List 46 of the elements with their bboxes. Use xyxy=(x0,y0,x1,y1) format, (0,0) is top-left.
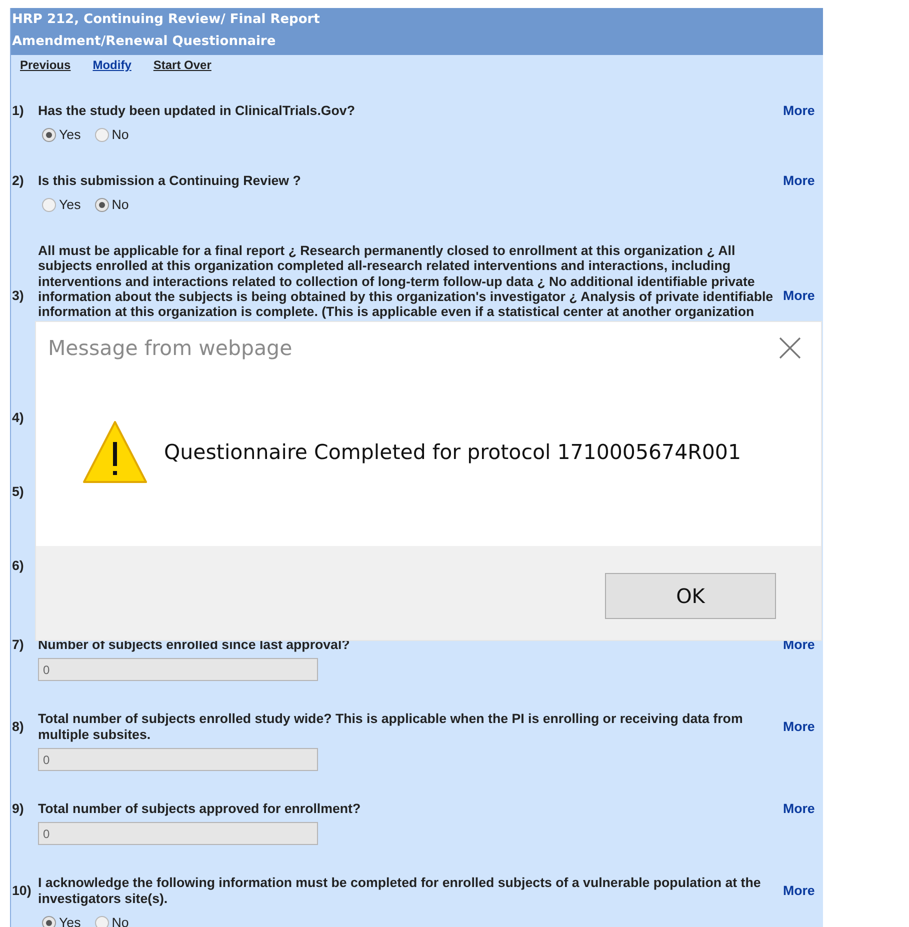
more-link[interactable]: More xyxy=(783,801,815,818)
question-number: 2) xyxy=(11,173,25,189)
question-number: 8) xyxy=(11,719,25,736)
question-number: 7) xyxy=(11,637,25,654)
dialog-message: Questionnaire Completed for protocol 1710005674R001 xyxy=(164,440,742,464)
close-icon[interactable] xyxy=(779,337,801,359)
nav-link[interactable]: Start Over xyxy=(153,57,212,73)
number-field[interactable]: 0 xyxy=(38,658,318,682)
radio-button[interactable] xyxy=(94,916,109,927)
radio-label: No xyxy=(112,197,129,213)
radio-label: Yes xyxy=(59,197,81,213)
radio-button[interactable] xyxy=(42,916,56,927)
question-text: I acknowledge the following information must be completed for enrolled subjects of a vulnerable population at the investigators site(s). xyxy=(38,875,762,908)
question-text: Has the study been updated in ClinicalTrials.Gov? xyxy=(38,103,356,119)
question-number: 4) xyxy=(11,410,25,426)
more-link[interactable]: More xyxy=(783,173,815,189)
radio-button[interactable] xyxy=(42,198,56,212)
radio-button[interactable] xyxy=(94,128,109,142)
question-text: Total number of subjects enrolled study wide? This is applicable when the PI is enrolling or receiving data from multiple subsites. xyxy=(38,711,744,744)
question-number: 9) xyxy=(11,801,25,818)
more-link[interactable]: More xyxy=(783,288,815,304)
more-link[interactable]: More xyxy=(783,637,815,654)
number-field[interactable]: 0 xyxy=(38,748,318,772)
nav-link[interactable]: Previous xyxy=(20,57,71,73)
more-link[interactable]: More xyxy=(783,103,815,119)
dialog-title: Message from webpage xyxy=(48,336,292,360)
warning-icon xyxy=(82,420,148,484)
question-number: 10) xyxy=(11,883,32,900)
more-link[interactable]: More xyxy=(783,719,815,736)
nav-link[interactable]: Modify xyxy=(92,57,132,73)
question-text: Total number of subjects approved for enrollment? xyxy=(38,801,362,818)
more-link[interactable]: More xyxy=(783,883,815,900)
question-number: 3) xyxy=(11,288,25,304)
ok-button[interactable]: OK xyxy=(605,573,776,619)
radio-button[interactable] xyxy=(94,198,109,212)
page-title: HRP 212, Continuing Review/ Final Report xyxy=(12,11,321,29)
question-number: 1) xyxy=(11,103,25,119)
page-title: Amendment/Renewal Questionnaire xyxy=(12,33,277,51)
radio-label: No xyxy=(112,127,129,143)
radio-label: Yes xyxy=(59,127,81,143)
question-number: 6) xyxy=(11,558,25,574)
question-number: 5) xyxy=(11,484,25,500)
question-text: All must be applicable for a final report ¿ Research permanently closed to enrollment at this organization ¿ All subjects enrolled at this organization completed all-research related interventions and interactions, including interventions and interactions related to collection of long-term follow-up data ¿ No additional identifiable private information about the subjects is being obtained by this organization's investigator ¿ Analysis of private identifiable information at this organization is complete. (This is applicable even if a statistical center at another organization xyxy=(38,243,774,320)
question-text: Is this submission a Continuing Review ? xyxy=(38,173,302,189)
radio-button[interactable] xyxy=(42,128,56,142)
number-field[interactable]: 0 xyxy=(38,822,318,846)
